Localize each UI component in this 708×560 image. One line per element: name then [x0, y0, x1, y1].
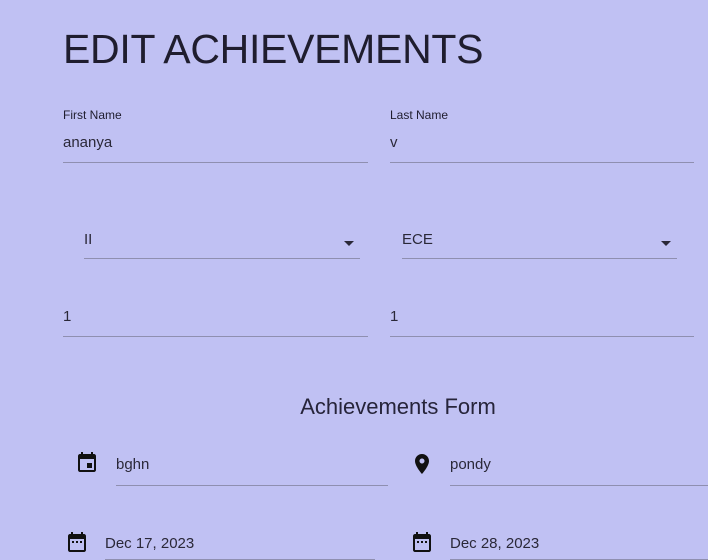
left-number-input[interactable]: 1	[63, 308, 71, 325]
last-name-field[interactable]: Last Name v	[390, 108, 694, 163]
department-select[interactable]: ECE	[402, 229, 677, 259]
first-name-field[interactable]: First Name ananya	[63, 108, 368, 163]
right-number-field[interactable]: 1	[390, 306, 694, 337]
start-date-input[interactable]: Dec 17, 2023	[105, 535, 194, 552]
first-name-label: First Name	[63, 108, 122, 122]
first-name-input[interactable]: ananya	[63, 134, 112, 151]
left-number-field[interactable]: 1	[63, 306, 368, 337]
year-select-value: II	[84, 231, 93, 248]
year-select[interactable]: II	[84, 229, 360, 259]
last-name-label: Last Name	[390, 108, 449, 122]
calendar-icon[interactable]	[65, 530, 89, 554]
event-name-field[interactable]: bghn	[116, 452, 388, 486]
page-title: EDIT ACHIEVEMENTS	[63, 26, 484, 72]
dropdown-arrow-icon	[344, 241, 354, 246]
department-select-value: ECE	[402, 231, 433, 248]
location-pin-icon	[415, 454, 429, 474]
calendar-icon[interactable]	[410, 530, 434, 554]
section-title: Achievements Form	[300, 394, 496, 419]
start-date-field[interactable]: Dec 17, 2023	[105, 530, 375, 560]
end-date-input[interactable]: Dec 28, 2023	[450, 535, 539, 552]
event-name-input[interactable]: bghn	[116, 456, 149, 473]
location-input[interactable]: pondy	[450, 456, 491, 473]
last-name-input[interactable]: v	[390, 134, 398, 151]
event-icon	[78, 452, 96, 472]
end-date-field[interactable]: Dec 28, 2023	[450, 530, 708, 560]
location-field[interactable]: pondy	[450, 452, 708, 486]
dropdown-arrow-icon	[661, 241, 671, 246]
right-number-input[interactable]: 1	[390, 308, 398, 325]
